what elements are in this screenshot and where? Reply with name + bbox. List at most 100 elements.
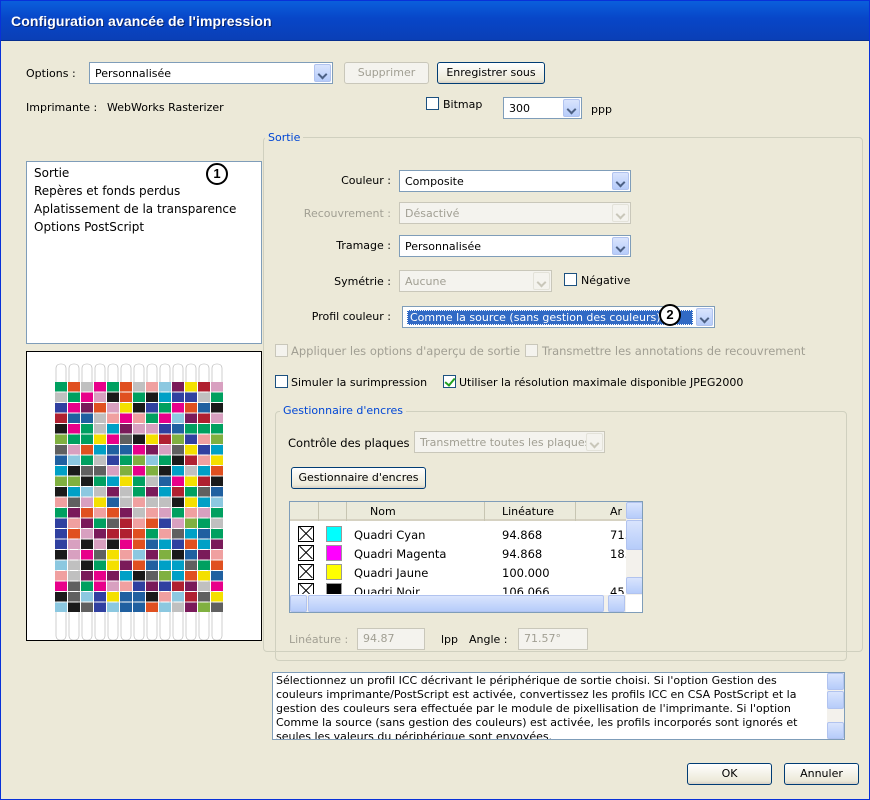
scroll-up-icon[interactable]	[827, 673, 844, 690]
table-row[interactable]: Quadri Cyan 94.868 71.	[290, 525, 628, 543]
plate-control-value: Transmettre toutes les plaques	[420, 436, 591, 449]
preview-swatch	[68, 487, 80, 497]
sidebar-item-sortie[interactable]: Sortie	[34, 166, 69, 180]
preview-swatch	[94, 424, 106, 434]
preview-swatch	[107, 403, 119, 413]
preview-swatch	[94, 508, 106, 518]
ok-button[interactable]: OK	[687, 763, 772, 785]
preview-swatch	[159, 476, 171, 486]
table-row[interactable]: Quadri Magenta 94.868 18.	[290, 544, 628, 562]
preview-swatch	[55, 466, 67, 476]
resolution-select[interactable]: 300	[503, 97, 582, 119]
callout-1: 1	[206, 163, 228, 185]
preview-swatch	[120, 487, 132, 497]
simulate-overprint-checkbox[interactable]	[275, 375, 288, 388]
preview-swatch	[120, 508, 132, 518]
preview-swatch	[146, 403, 158, 413]
preview-swatch	[172, 434, 184, 444]
plate-control-select[interactable]: Transmettre toutes les plaques	[414, 431, 605, 453]
preview-swatch	[185, 592, 197, 602]
angle-label: Angle :	[469, 633, 508, 646]
bitmap-checkbox[interactable]	[426, 97, 439, 110]
preview-page-image	[55, 363, 223, 641]
print-toggle-icon[interactable]	[298, 545, 314, 561]
preview-swatch	[55, 529, 67, 539]
scroll-thumb[interactable]	[626, 520, 642, 550]
max-resolution-checkbox[interactable]	[443, 375, 456, 388]
preview-swatch	[68, 382, 80, 392]
angle-field[interactable]: 71.57°	[518, 628, 588, 650]
chevron-down-icon[interactable]	[314, 64, 331, 82]
ink-manager-button[interactable]: Gestionnaire d'encres	[291, 467, 426, 489]
preview-swatch	[211, 424, 223, 434]
preview-swatch	[211, 518, 223, 528]
sidebar-item-flattening[interactable]: Aplatissement de la transparence	[34, 202, 236, 216]
column-frequency[interactable]: Linéature	[502, 505, 554, 518]
title-bar[interactable]: Configuration avancée de l'impression	[1, 1, 869, 41]
preview-swatch	[159, 581, 171, 591]
preview-swatch	[146, 445, 158, 455]
sidebar-item-postscript[interactable]: Options PostScript	[34, 220, 144, 234]
sidebar-item-marks-bleed[interactable]: Repères et fonds perdus	[34, 184, 180, 198]
preview-swatch	[107, 550, 119, 560]
trapping-select[interactable]: Désactivé	[399, 202, 631, 224]
apply-preview-checkbox[interactable]	[275, 344, 288, 357]
scroll-down-icon[interactable]	[626, 577, 642, 594]
resolution-value: 300	[509, 102, 530, 115]
scroll-up-icon[interactable]	[626, 502, 642, 519]
negative-checkbox[interactable]	[564, 273, 577, 286]
print-toggle-icon[interactable]	[298, 583, 314, 594]
scroll-thumb[interactable]	[308, 595, 604, 612]
ink-table-hscroll[interactable]	[290, 595, 626, 612]
preview-swatch	[211, 602, 223, 612]
screening-select[interactable]: Personnalisée	[399, 235, 631, 257]
options-select[interactable]: Personnalisée	[89, 62, 333, 84]
mirror-select[interactable]: Aucune	[399, 270, 552, 292]
chevron-down-icon[interactable]	[612, 204, 629, 222]
preview-swatch	[211, 466, 223, 476]
scroll-left-icon[interactable]	[290, 595, 307, 612]
preview-swatch	[198, 445, 210, 455]
preview-swatch	[198, 529, 210, 539]
preview-swatch	[211, 476, 223, 486]
save-as-button[interactable]: Enregistrer sous	[437, 62, 545, 84]
preview-swatch	[159, 592, 171, 602]
preview-swatch	[120, 592, 132, 602]
preview-swatch	[185, 476, 197, 486]
preview-swatch	[172, 539, 184, 549]
chevron-down-icon[interactable]	[586, 433, 603, 451]
preview-swatch	[68, 434, 80, 444]
print-toggle-icon[interactable]	[298, 564, 314, 580]
preview-swatch	[185, 466, 197, 476]
frequency-field[interactable]: 94.87	[357, 628, 425, 650]
preview-swatch	[55, 392, 67, 402]
column-name[interactable]: Nom	[370, 505, 396, 518]
chevron-down-icon[interactable]	[696, 308, 713, 326]
column-angle[interactable]: Ar	[610, 505, 622, 518]
cancel-button[interactable]: Annuler	[784, 763, 859, 785]
preview-swatch	[133, 550, 145, 560]
chevron-down-icon[interactable]	[612, 172, 629, 190]
color-select[interactable]: Composite	[399, 170, 631, 192]
chevron-down-icon[interactable]	[563, 99, 580, 117]
preview-swatch	[68, 413, 80, 423]
print-toggle-icon[interactable]	[298, 526, 314, 542]
scroll-down-icon[interactable]	[827, 722, 844, 739]
chevron-down-icon[interactable]	[533, 272, 550, 290]
scroll-thumb[interactable]	[827, 691, 844, 709]
chevron-down-icon[interactable]	[612, 237, 629, 255]
preview-swatch	[94, 413, 106, 423]
ink-table-vscroll[interactable]	[626, 502, 642, 595]
output-group-label: Sortie	[265, 131, 304, 144]
ink-frequency: 100.000	[502, 566, 550, 580]
table-row[interactable]: Quadri Noir 106.066 45.	[290, 582, 626, 594]
scroll-right-icon[interactable]	[608, 595, 625, 612]
preview-swatch	[172, 392, 184, 402]
color-label: Couleur :	[341, 174, 391, 187]
delete-button[interactable]: Supprimer	[344, 62, 429, 84]
description-vscroll[interactable]	[827, 673, 844, 739]
preview-swatch	[185, 455, 197, 465]
table-row[interactable]: Quadri Jaune 100.000	[290, 563, 626, 581]
preview-swatch	[107, 424, 119, 434]
transmit-trap-checkbox[interactable]	[525, 344, 538, 357]
